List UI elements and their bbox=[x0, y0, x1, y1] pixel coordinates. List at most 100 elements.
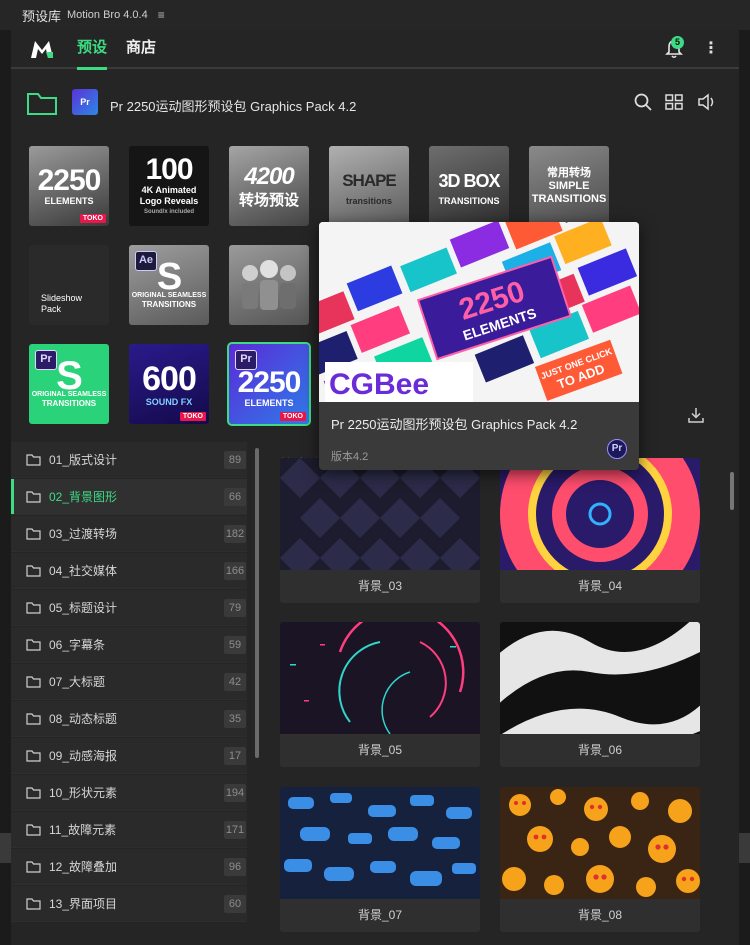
grid-view-icon[interactable] bbox=[664, 92, 684, 112]
cover-label: ELEMENTS bbox=[244, 397, 294, 408]
folder-icon bbox=[26, 676, 41, 688]
toko-badge: TOKO bbox=[79, 214, 106, 223]
category-item[interactable]: 07_大标题 42 bbox=[11, 664, 247, 700]
pr-badge: Pr bbox=[235, 350, 257, 370]
category-item[interactable]: 13_界面项目 60 bbox=[11, 886, 247, 922]
category-item[interactable]: 10_形状元素 194 bbox=[11, 775, 247, 811]
cover-label: TRANSITIONS bbox=[41, 398, 97, 408]
category-item[interactable]: 11_故障元素 171 bbox=[11, 812, 247, 848]
category-name: 12_故障叠加 bbox=[49, 860, 118, 874]
preset-caption: 背景_04 bbox=[577, 579, 623, 593]
category-name: 01_版式设计 bbox=[49, 453, 118, 467]
cover-2250-elements[interactable]: 2250 ELEMENTS TOKO bbox=[29, 146, 109, 226]
preset-card[interactable]: 背景_07 bbox=[280, 787, 480, 932]
category-count: 194 bbox=[224, 783, 246, 802]
cover-3d-characters[interactable] bbox=[229, 245, 309, 325]
cover-4200-transitions[interactable]: 4200 转场预设 bbox=[229, 146, 309, 226]
category-count: 166 bbox=[224, 561, 246, 580]
cover-label: ORIGINAL SEAMLESS bbox=[31, 390, 107, 398]
category-item[interactable]: 08_动态标题 35 bbox=[11, 701, 247, 737]
category-item[interactable]: 01_版式设计 89 bbox=[11, 442, 247, 478]
preset-caption: 背景_06 bbox=[577, 743, 623, 757]
content-scrollbar[interactable] bbox=[730, 472, 734, 510]
speaker-icon[interactable] bbox=[697, 92, 717, 112]
category-count: 89 bbox=[224, 450, 246, 469]
preset-card[interactable]: 背景_05 bbox=[280, 622, 480, 767]
panel-title[interactable]: 预设库 bbox=[22, 6, 61, 25]
pack-preview-popup[interactable]: 2250 ELEMENTS JUST ONE CLICK TO ADD CGBe… bbox=[319, 222, 639, 470]
category-name: 11_故障元素 bbox=[49, 823, 117, 837]
pr-badge: Pr bbox=[35, 350, 57, 370]
cover-shape-transitions[interactable]: SHAPE transitions bbox=[329, 146, 409, 226]
category-item[interactable]: 12_故障叠加 96 bbox=[11, 849, 247, 885]
preset-caption: 背景_03 bbox=[357, 579, 403, 593]
folder-icon[interactable] bbox=[26, 90, 58, 116]
category-name: 05_标题设计 bbox=[49, 601, 118, 615]
cover-label: SOUND FX bbox=[145, 396, 193, 407]
cgbee-watermark: CGBee bbox=[329, 368, 429, 401]
category-item-active[interactable]: 02_背景图形 66 bbox=[11, 479, 247, 515]
category-count: 42 bbox=[224, 672, 246, 691]
characters-illustration bbox=[242, 260, 296, 310]
cover-pr-seamless-transitions[interactable]: Pr S ORIGINAL SEAMLESS TRANSITIONS bbox=[29, 344, 109, 424]
category-name: 07_大标题 bbox=[49, 675, 106, 689]
cover-slideshow-pack[interactable]: Slideshow Pack bbox=[29, 245, 109, 325]
cover-simple-transitions[interactable]: 常用转场 SIMPLE TRANSITIONS bbox=[529, 146, 609, 226]
category-name: 02_背景图形 bbox=[49, 490, 118, 504]
preset-card[interactable]: 背景_08 bbox=[500, 787, 700, 932]
tab-store[interactable]: 商店 bbox=[126, 30, 156, 68]
category-item[interactable]: 03_过渡转场 182 bbox=[11, 516, 247, 552]
cover-label: TRANSITIONS bbox=[438, 195, 500, 206]
category-count: 66 bbox=[224, 487, 246, 506]
cover-label: SHAPE bbox=[342, 170, 397, 190]
preset-card[interactable]: 背景_03 bbox=[280, 458, 480, 603]
more-menu-icon[interactable]: ⋮ bbox=[703, 38, 719, 58]
preset-thumbnail bbox=[500, 622, 700, 734]
category-item[interactable]: 06_字幕条 59 bbox=[11, 627, 247, 663]
pack-title: Pr 2250运动图形预设包 Graphics Pack 4.2 bbox=[110, 99, 357, 114]
preset-caption: 背景_08 bbox=[577, 908, 623, 922]
cover-label: Pack bbox=[41, 304, 62, 314]
panel-menu-icon[interactable]: ≡ bbox=[158, 8, 165, 22]
category-name: 03_过渡转场 bbox=[49, 527, 118, 541]
sidebar-scrollbar[interactable] bbox=[255, 448, 259, 758]
preset-thumbnail bbox=[500, 787, 700, 899]
category-item[interactable]: 05_标题设计 79 bbox=[11, 590, 247, 626]
category-count: 171 bbox=[224, 820, 246, 839]
cover-label: S bbox=[56, 353, 83, 398]
category-item[interactable]: 04_社交媒体 166 bbox=[11, 553, 247, 589]
folder-icon bbox=[26, 898, 41, 910]
notification-badge: 5 bbox=[671, 36, 684, 49]
category-item[interactable]: 09_动感海报 17 bbox=[11, 738, 247, 774]
preset-card[interactable]: 背景_04 bbox=[500, 458, 700, 603]
category-name: 13_界面项目 bbox=[49, 897, 118, 911]
cover-ae-seamless-transitions[interactable]: Ae S ORIGINAL SEAMLESS TRANSITIONS bbox=[129, 245, 209, 325]
motion-bro-panel: 预设 商店 5 ⋮ Pr Pr 2250运动图形预设包 Graphics Pac… bbox=[11, 30, 739, 945]
category-count: 79 bbox=[224, 598, 246, 617]
motion-bro-logo[interactable] bbox=[29, 38, 55, 60]
category-count: 60 bbox=[224, 894, 246, 913]
category-count: 35 bbox=[224, 709, 246, 728]
toko-badge: TOKO bbox=[179, 412, 206, 421]
cover-600-sound-fx[interactable]: 600 SOUND FX TOKO bbox=[129, 344, 209, 424]
folder-icon bbox=[26, 639, 41, 651]
right-panel-edge bbox=[739, 30, 750, 945]
pack-thumbnail[interactable]: Pr bbox=[72, 89, 98, 115]
preset-card[interactable]: 背景_06 bbox=[500, 622, 700, 767]
preset-thumbnail bbox=[280, 787, 480, 899]
download-icon[interactable] bbox=[687, 406, 705, 424]
cover-pr-2250-elements[interactable]: Pr 2250 ELEMENTS TOKO bbox=[227, 342, 311, 426]
category-name: 09_动感海报 bbox=[49, 749, 118, 763]
folder-icon bbox=[26, 787, 41, 799]
tab-presets[interactable]: 预设 bbox=[77, 30, 108, 70]
pack-preview-image: 2250 ELEMENTS JUST ONE CLICK TO ADD CGBe… bbox=[319, 222, 639, 402]
search-icon[interactable] bbox=[633, 92, 653, 112]
category-count: 182 bbox=[224, 524, 246, 543]
folder-icon bbox=[26, 824, 41, 836]
toko-badge: TOKO bbox=[279, 412, 306, 421]
cover-label: S bbox=[156, 255, 182, 298]
cover-3d-box-transitions[interactable]: 3D BOX TRANSITIONS bbox=[429, 146, 509, 226]
cover-100-logo-reveals[interactable]: 100 4K Animated Logo Reveals Sound/x inc… bbox=[129, 146, 209, 226]
left-panel-edge bbox=[0, 30, 11, 945]
folder-icon bbox=[26, 454, 41, 466]
